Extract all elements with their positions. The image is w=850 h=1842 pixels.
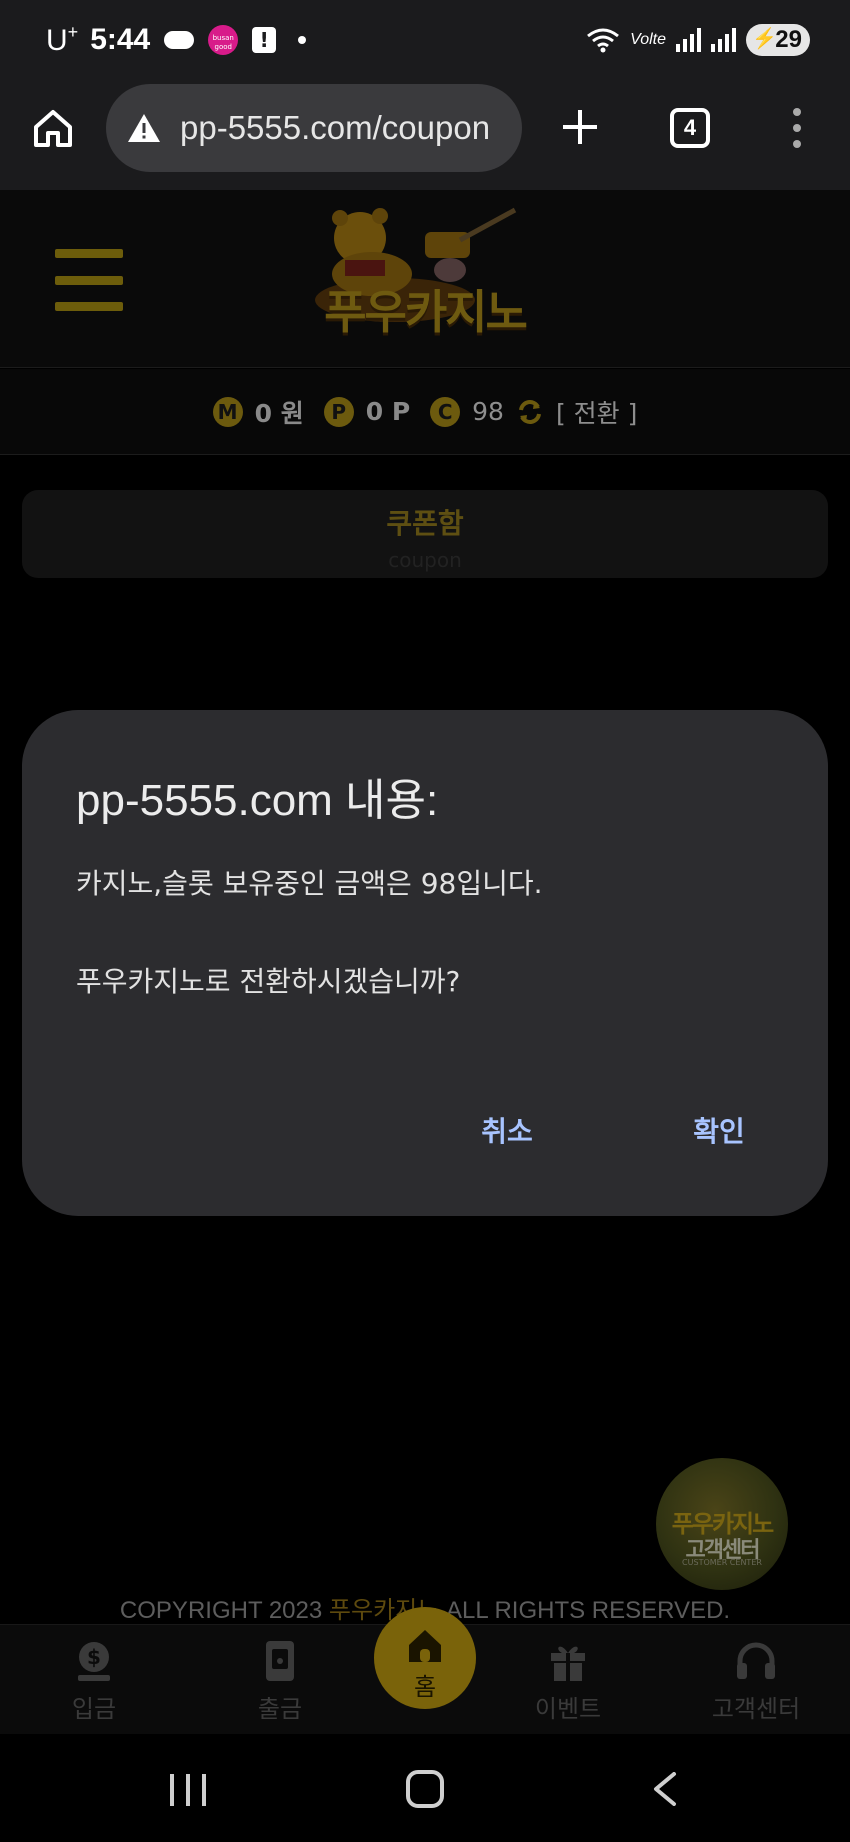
nav-home[interactable]: 홈	[374, 1607, 476, 1709]
customer-center-floating-button[interactable]: 푸우카지노 고객센터 CUSTOMER CENTER	[656, 1458, 788, 1590]
recent-apps-icon[interactable]	[170, 1774, 206, 1806]
busan-good-app-icon: busan good	[208, 25, 239, 55]
home-icon	[409, 1630, 441, 1662]
clock: 5:44	[90, 23, 151, 56]
headset-icon	[737, 1642, 775, 1679]
signal-icon	[676, 28, 701, 52]
nav-support-label: 고객센터	[711, 1695, 801, 1723]
atm-icon	[266, 1641, 294, 1681]
dialog-message-balance: 카지노,슬롯 보유중인 금액은 98입니다.	[76, 867, 543, 900]
alert-icon: !	[252, 27, 277, 53]
casino-value: 98	[472, 397, 504, 426]
dot-icon	[298, 36, 307, 44]
confirm-button[interactable]: 확인	[664, 1102, 774, 1162]
coupon-title: 쿠폰함	[386, 507, 464, 540]
nav-support[interactable]: 고객센터	[696, 1639, 816, 1724]
android-home-icon[interactable]	[406, 1770, 444, 1808]
nav-event[interactable]: 이벤트	[508, 1639, 628, 1724]
site-header: 푸우카지노	[0, 190, 850, 368]
logo-text: 푸우카지노	[324, 285, 528, 339]
hamburger-menu-icon[interactable]	[55, 249, 123, 311]
switch-button[interactable]: [ 전환 ]	[556, 394, 637, 430]
casino-badge: C	[430, 396, 461, 427]
coupon-subtitle: coupon	[388, 548, 462, 572]
gift-icon	[551, 1646, 585, 1681]
nav-home-label: 홈	[413, 1673, 437, 1701]
volte-label: Volte	[630, 31, 666, 48]
refresh-icon[interactable]	[516, 398, 544, 426]
status-bar: U+ 5:44 busan good ! Volte ⚡ 29	[0, 0, 850, 80]
svg-text:$: $	[87, 1645, 101, 1669]
money-value: 0 원	[254, 398, 304, 428]
balance-bar: M 0 원 P 0 P C 98 [ 전환 ]	[0, 369, 850, 455]
browser-home-icon[interactable]	[32, 107, 74, 149]
money-badge: M	[212, 396, 243, 427]
cs-badge-en: CUSTOMER CENTER	[682, 1558, 762, 1567]
browser-menu-icon[interactable]	[790, 108, 804, 148]
tab-switcher-button[interactable]: 4	[670, 108, 710, 148]
carrier-label: U+	[46, 22, 79, 57]
wifi-icon	[587, 28, 620, 53]
nav-withdraw[interactable]: 출금	[220, 1639, 340, 1724]
point-value: 0 P	[365, 397, 411, 426]
cancel-button[interactable]: 취소	[452, 1102, 562, 1162]
dollar-coin-icon: $	[78, 1642, 110, 1681]
site-logo[interactable]: 푸우카지노	[300, 200, 550, 360]
battery-icon: ⚡ 29	[746, 24, 810, 56]
dialog-message-question: 푸우카지노로 전환하시겠습니까?	[76, 965, 461, 998]
point-badge: P	[323, 396, 354, 427]
android-navigation-bar	[0, 1734, 850, 1842]
warning-icon[interactable]	[126, 112, 162, 144]
bottom-navigation: $ 입금 출금 홈 이벤트 고객센터	[0, 1607, 850, 1734]
nav-deposit[interactable]: $ 입금	[34, 1639, 154, 1724]
url-text[interactable]: pp-5555.com/coupon	[180, 109, 490, 147]
nav-event-label: 이벤트	[534, 1695, 602, 1723]
confirm-dialog: pp-5555.com 내용: 카지노,슬롯 보유중인 금액은 98입니다. 푸…	[22, 710, 828, 1216]
address-bar[interactable]: pp-5555.com/coupon	[106, 84, 522, 172]
weather-cloud-icon	[164, 31, 195, 49]
signal-icon-2	[711, 28, 736, 52]
back-icon[interactable]	[650, 1772, 680, 1806]
nav-withdraw-label: 출금	[257, 1695, 303, 1723]
nav-deposit-label: 입금	[71, 1695, 117, 1723]
coupon-box-header: 쿠폰함 coupon	[22, 490, 828, 578]
new-tab-plus-icon[interactable]	[560, 107, 600, 147]
dialog-title: pp-5555.com 내용:	[76, 776, 439, 825]
